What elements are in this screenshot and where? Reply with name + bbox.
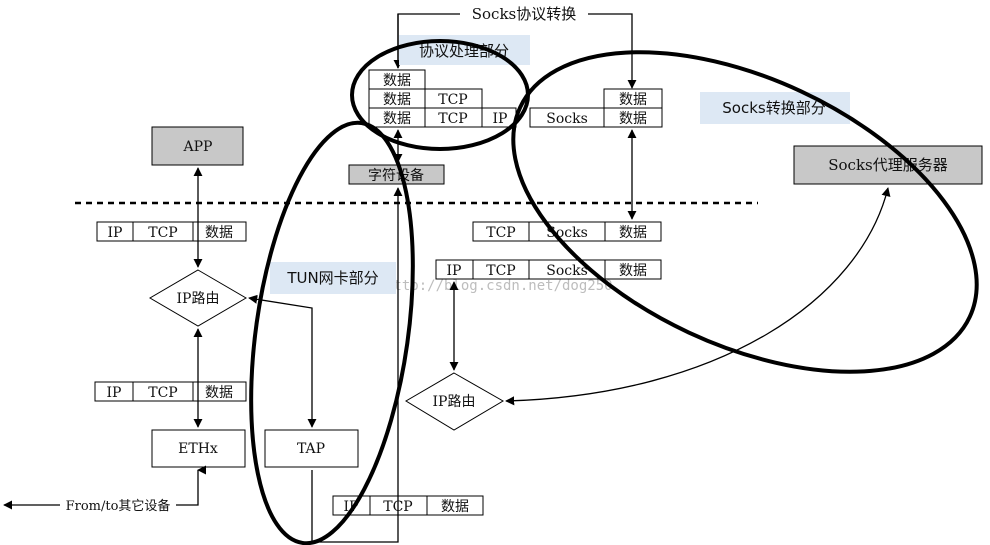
socks-conversion-title: Socks协议转换 [472, 5, 577, 23]
packet-eth: IP TCP 数据 [94, 381, 247, 402]
svg-text:IP: IP [107, 385, 122, 401]
connectors [3, 129, 891, 543]
ip-route-left-label: IP路由 [177, 291, 220, 307]
svg-text:数据: 数据 [619, 225, 647, 241]
svg-text:数据: 数据 [205, 385, 233, 401]
svg-text:数据: 数据 [619, 92, 647, 108]
svg-text:TCP: TCP [438, 111, 467, 127]
packet-ip-tcp-socks-data: IP TCP Socks 数据 [435, 259, 662, 280]
svg-text:数据: 数据 [383, 111, 411, 127]
socks-proxy-label: Socks代理服务器 [828, 156, 948, 174]
svg-text:数据: 数据 [619, 111, 647, 127]
svg-text:Socks: Socks [546, 263, 588, 279]
svg-text:数据: 数据 [205, 225, 233, 241]
tun-region-label: TUN网卡部分 [286, 269, 378, 287]
packet-tcp-socks-data: TCP Socks 数据 [472, 221, 662, 242]
svg-text:数据: 数据 [383, 73, 411, 89]
socks-region-ellipse [511, 50, 979, 374]
svg-text:TCP: TCP [148, 385, 177, 401]
svg-text:IP: IP [108, 225, 123, 241]
tap-label: TAP [297, 441, 325, 457]
packet-socks-data-top: 数据 [603, 88, 663, 109]
svg-text:TCP: TCP [486, 225, 515, 241]
packet-data-tcp: 数据 TCP [368, 88, 483, 109]
svg-text:TCP: TCP [486, 263, 515, 279]
svg-text:TCP: TCP [148, 225, 177, 241]
packet-app: IP TCP 数据 [96, 221, 247, 242]
svg-text:数据: 数据 [441, 499, 469, 515]
app-label: APP [183, 139, 213, 155]
ip-route-right-label: IP路由 [433, 394, 476, 410]
ethx-label: ETHx [178, 441, 218, 457]
svg-text:数据: 数据 [619, 263, 647, 279]
svg-text:TCP: TCP [438, 92, 467, 108]
socks-region-label: Socks转换部分 [722, 99, 825, 117]
svg-text:数据: 数据 [383, 92, 411, 108]
from-to-label: From/to其它设备 [66, 498, 171, 514]
packet-data-tcp-ip: 数据 TCP IP [368, 107, 517, 128]
watermark: http://blog.csdn.net/dog250 [385, 278, 613, 294]
svg-text:Socks: Socks [546, 111, 588, 127]
packet-data-only: 数据 [368, 69, 426, 90]
network-diagram: http://blog.csdn.net/dog250 Socks协议转换 协议… [3, 5, 983, 545]
svg-text:IP: IP [447, 263, 462, 279]
char-device-label: 字符设备 [368, 167, 424, 184]
packet-socks-data: Socks 数据 [529, 107, 663, 128]
svg-text:IP: IP [493, 111, 508, 127]
